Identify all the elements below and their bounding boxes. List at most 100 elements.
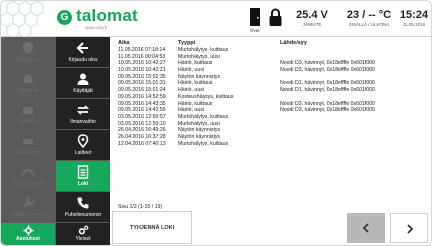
door-icon[interactable]: [249, 8, 261, 26]
sidebar-item-loki[interactable]: Loki: [56, 161, 110, 191]
cell-time: 03.05.2016 12:50:10: [118, 120, 166, 127]
sidebar-item-lammitys[interactable]: Lämmitys: [1, 99, 55, 129]
sidebar-item-ilmanvaihto[interactable]: Ilmanvaihto: [56, 99, 110, 129]
logo-url: www.caly.fi: [85, 25, 107, 30]
column-header-source: Lähde/syy: [280, 40, 307, 46]
table-row: 09.05.2016 15:01:24 Häiriö, uusi Noodi D1,…: [112, 87, 430, 94]
cell-type: Häiriö, kuittaus: [178, 100, 213, 107]
column-header-time: Aika: [118, 40, 130, 46]
table-row: 09.05.2016 15:02:35 Näytön käynnistys: [112, 74, 430, 81]
cell-time: 03.05.2016 12:50:57: [118, 113, 166, 120]
cell-type: Häiriö, uusi: [178, 67, 204, 74]
sidebar-item-kulutusmittarit[interactable]: Kulutusmittarit: [1, 161, 55, 191]
cell-source: Noodi D3, hävinnyt, 0x18effffe 0x601f000: [280, 100, 375, 107]
table-row: 09.05.2016 15:01:31 Häiriö, kuittaus Noodi…: [112, 80, 430, 87]
table-row: 11.05.2016 07:18:14 Murtohälytys, kuittau…: [112, 47, 430, 54]
cell-type: Murtohälytys, kuittaus: [178, 140, 229, 147]
column-header-type: Tyyppi: [178, 40, 196, 46]
chevron-right-icon: [407, 224, 414, 234]
sidebar-item-halytykset[interactable]: Hälytykset: [1, 37, 55, 67]
sidebar-item-label: Puhelinnumerot: [10, 212, 46, 218]
sidebar-item-label: Puhelinnumeron: [64, 212, 102, 218]
swap-arrows-icon: [76, 105, 90, 115]
sidebar-item-label: Asetukset: [16, 236, 40, 242]
cell-time: 11.05.2016 00:04:53: [118, 53, 166, 60]
cell-time: 11.05.2016 07:18:14: [118, 47, 166, 53]
door-label: Ovet: [250, 28, 260, 33]
sidebar-item-label: Loki: [77, 181, 89, 187]
sidebar-item-yleiset[interactable]: Yleiset: [56, 223, 110, 245]
cell-source: Noodi D3, hävinnyt, 0x18effffe 0x601f000: [280, 67, 375, 74]
sidebar-item-label: Hälytykset: [16, 57, 40, 63]
cell-type: Näytön käynnistys: [178, 127, 221, 134]
gears-icon: [78, 225, 88, 235]
logo-text: talomat: [76, 6, 138, 25]
voltage-value: 25.4 V: [296, 9, 328, 21]
cell-type: Murtohälytys, kuittaus: [178, 113, 229, 120]
table-row: 26.04.2016 16:49:26 Näytön käynnistys: [112, 127, 430, 134]
table-row: 03.05.2016 12:50:10 Murtohälytys, uusi: [112, 121, 430, 128]
sidebar-item-label: Ilmanvaihto: [15, 150, 41, 156]
heater-icon: [23, 107, 33, 114]
sidebar-item-kayttajat[interactable]: Käyttäjät: [56, 68, 110, 98]
sidebar-item-kirjaudu-ulos[interactable]: Kirjaudu ulos: [56, 37, 110, 67]
app-window: G talomat www.caly.fi Ovet 25.4 V JÄNNIT…: [0, 0, 432, 246]
sidebar-item-label: Yleiset: [75, 236, 91, 242]
shield-icon: [23, 42, 33, 54]
table-row: 09.05.2016 14:42:56 Häiriö, uusi Noodi D3,…: [112, 107, 430, 114]
meter-icon: [22, 169, 34, 176]
user-icon: [77, 73, 89, 85]
sidebar-item-ilmanvaihto-2[interactable]: Ilmanvaihto: [1, 130, 55, 160]
previous-page-button[interactable]: [347, 213, 385, 243]
sidebar-item-puhelinnumeron[interactable]: Puhelinnumeron: [56, 192, 110, 222]
sidebar-item-puhelinnumerot[interactable]: Puhelinnumerot: [1, 192, 55, 222]
next-page-button[interactable]: [390, 213, 428, 243]
sidebar-item-label: Ilmanvaihto: [70, 119, 96, 125]
cell-type: Häiriö, kuittaus: [178, 80, 213, 87]
table-row: 09.05.2016 14:43:35 Häiriö, kuittaus Noodi…: [112, 101, 430, 108]
log-document-icon: [77, 165, 89, 179]
voltage-readout: 25.4 V JÄNNITE: [287, 9, 337, 27]
location-pin-icon: [77, 134, 89, 148]
chevron-left-icon: [362, 223, 369, 233]
cell-time: 10.05.2016 10:42:27: [118, 60, 166, 67]
cell-time: 12.04.2016 07:40:13: [118, 140, 166, 147]
wrench-icon: [23, 197, 34, 208]
sidebar-item-asetukset[interactable]: Asetukset: [1, 223, 55, 245]
car-icon: [23, 139, 33, 144]
table-row: 09.05.2016 14:52:59 Kosteushälytys, kuitt…: [112, 94, 430, 101]
cell-type: Näytön käynnistys: [178, 73, 221, 80]
cell-source: Noodi D3, hävinnyt, 0x18effffe 0x601f000: [280, 60, 375, 67]
cell-type: Häiriö, uusi: [178, 107, 204, 114]
cell-time: 09.05.2016 15:02:35: [118, 73, 166, 80]
cell-time: 09.05.2016 15:01:31: [118, 80, 166, 87]
table-row: 10.05.2016 10:42:27 Häiriö, kuittaus Noodi…: [112, 60, 430, 67]
cell-type: Murtohälytys, kuittaus: [178, 47, 229, 53]
sidebar-item-halyttimet[interactable]: Hälyttimet: [1, 68, 55, 98]
logo-mark: G: [57, 10, 72, 25]
cell-type: Näytön käynnistys: [178, 133, 221, 140]
settings-icon: [22, 225, 34, 236]
temperature-label: SISÄLLÄ / ULKONA: [348, 22, 390, 27]
clock-date: 11.05.2016: [402, 22, 426, 27]
temperature-readout: 23 / -- °C SISÄLLÄ / ULKONA: [344, 9, 394, 27]
clock: 15:24 11.05.2016: [398, 9, 430, 27]
table-row: 03.05.2016 12:50:57 Murtohälytys, kuittau…: [112, 114, 430, 121]
clock-time: 15:24: [399, 9, 429, 21]
header-bar: G talomat www.caly.fi Ovet 25.4 V JÄNNIT…: [1, 1, 431, 37]
table-row: 10.05.2016 10:42:21 Häiriö, uusi Noodi D3,…: [112, 67, 430, 74]
cell-type: Häiriö, kuittaus: [178, 60, 213, 67]
sidebar-item-laitteet[interactable]: Laitteet: [56, 130, 110, 160]
cell-time: 09.05.2016 14:52:59: [118, 93, 166, 100]
log-rows: 11.05.2016 07:18:14 Murtohälytys, kuittau…: [112, 47, 430, 147]
clear-log-button[interactable]: TYHJENNÄ LOKI: [112, 211, 192, 244]
arrow-left-icon: [76, 42, 88, 54]
cell-time: 10.05.2016 10:42:21: [118, 67, 166, 74]
cell-source: Noodi D1, hävinnyt, 0x18effffe 0x601f000: [280, 87, 375, 94]
cell-time: 09.05.2016 15:01:24: [118, 87, 166, 94]
sidebar-item-label: Kulutusmittarit: [12, 181, 44, 187]
lock-icon[interactable]: [269, 8, 282, 26]
sidebar-item-label: Hälyttimet: [16, 88, 40, 94]
cell-time: 09.05.2016 14:42:56: [118, 107, 166, 114]
sidebar: Hälytykset Kirjaudu ulos Hälyttimet Käyt…: [1, 37, 110, 245]
